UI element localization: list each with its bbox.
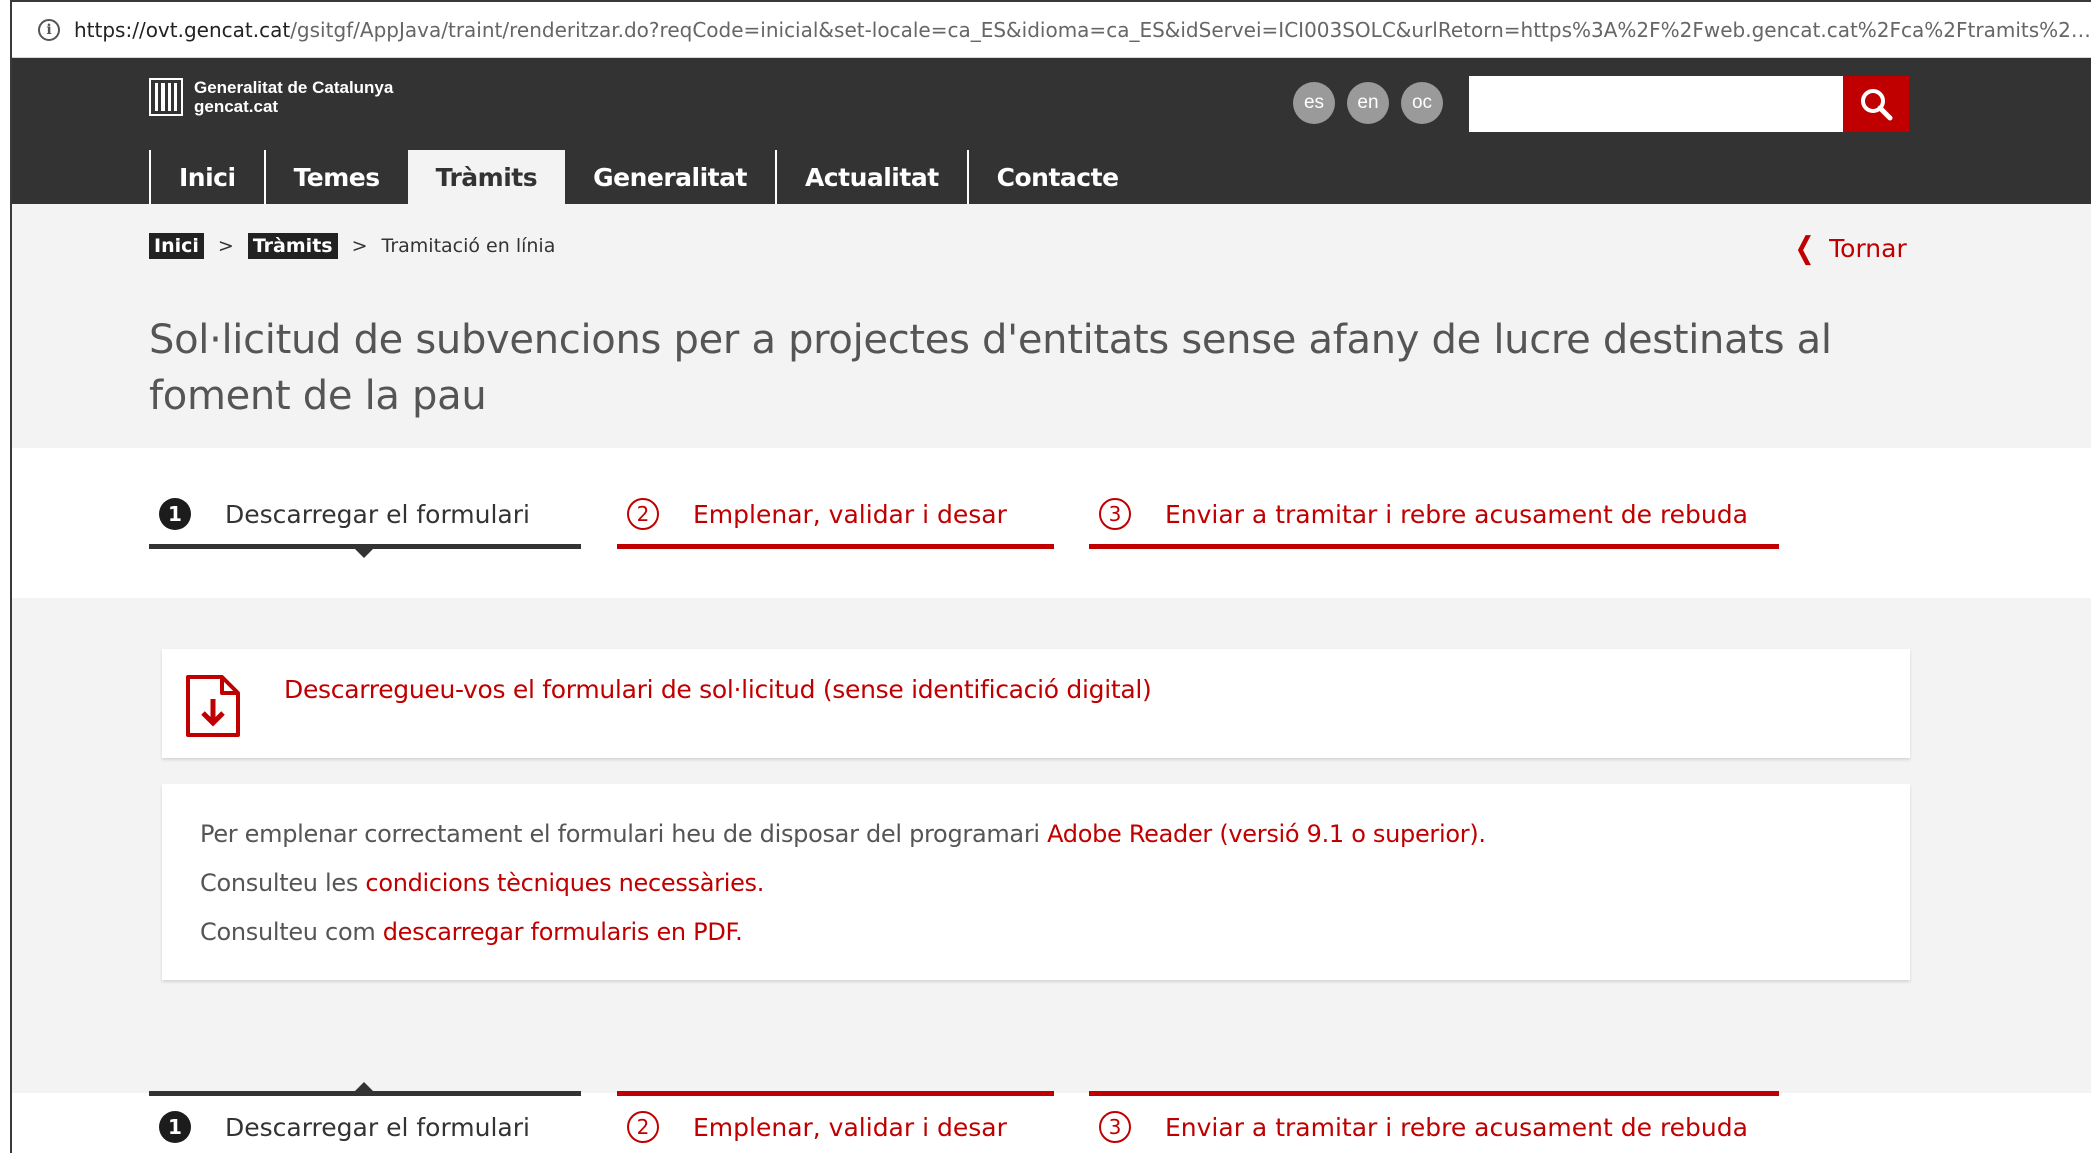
info-line-adobe: Per emplenar correctament el formulari h…: [200, 820, 1486, 848]
nav-generalitat[interactable]: Generalitat: [565, 150, 775, 204]
info-icon[interactable]: i: [38, 18, 60, 41]
steps-top: 1 Descarregar el formulari 2 Emplenar, v…: [12, 448, 2091, 598]
step-1-bottom[interactable]: 1 Descarregar el formulari: [149, 1082, 581, 1153]
logo-subtitle: gencat.cat: [194, 97, 279, 116]
breadcrumb-inici[interactable]: Inici: [149, 233, 204, 259]
step-label: Enviar a tramitar i rebre acusament de r…: [1165, 499, 1748, 529]
site-header: Generalitat de Catalunya gencat.cat es e…: [12, 58, 2091, 204]
step-3[interactable]: 3 Enviar a tramitar i rebre acusament de…: [1089, 484, 1779, 549]
download-form-link[interactable]: Descarregueu-vos el formulari de sol·lic…: [284, 675, 1152, 704]
adobe-reader-link[interactable]: Adobe Reader (versió 9.1 o superior).: [1047, 820, 1486, 848]
page-title: Sol·licitud de subvencions per a project…: [149, 317, 1832, 419]
step-underline: [1089, 544, 1779, 549]
breadcrumb: Inici > Tràmits > Tramitació en línia: [149, 233, 555, 259]
info-card: Per emplenar correctament el formulari h…: [162, 784, 1910, 980]
breadcrumb-separator: >: [217, 235, 234, 257]
step-number: 2: [627, 1111, 659, 1143]
search-icon: [1861, 89, 1893, 121]
address-bar[interactable]: i https://ovt.gencat.cat/gsitgf/AppJava/…: [12, 2, 2091, 58]
step-number: 3: [1099, 1111, 1131, 1143]
step-underline: [617, 544, 1054, 549]
lang-en-button[interactable]: en: [1347, 82, 1389, 124]
step-1[interactable]: 1 Descarregar el formulari: [149, 484, 581, 558]
step-label: Descarregar el formulari: [225, 499, 530, 529]
step-underline: [1089, 1091, 1779, 1096]
step-underline: [149, 1091, 581, 1096]
search-input[interactable]: [1469, 76, 1845, 132]
nav-tramits[interactable]: Tràmits: [407, 150, 566, 204]
step-number: 1: [159, 1111, 191, 1143]
step-underline: [617, 1091, 1054, 1096]
url-text[interactable]: https://ovt.gencat.cat/gsitgf/AppJava/tr…: [74, 18, 2091, 42]
download-card: Descarregueu-vos el formulari de sol·lic…: [162, 649, 1910, 758]
download-pdf-forms-link[interactable]: descarregar formularis en PDF.: [383, 918, 743, 946]
pdf-download-icon[interactable]: [184, 673, 242, 739]
lang-oc-button[interactable]: oc: [1401, 82, 1443, 124]
nav-inici[interactable]: Inici: [149, 150, 264, 204]
logo-title: Generalitat de Catalunya: [194, 78, 394, 97]
step-label: Descarregar el formulari: [225, 1112, 530, 1142]
language-selector: es en oc: [1293, 82, 1443, 124]
chevron-left-icon: ❮: [1794, 231, 1815, 266]
main-nav: Inici Temes Tràmits Generalitat Actualit…: [149, 150, 1147, 204]
step-3-bottom[interactable]: 3 Enviar a tramitar i rebre acusament de…: [1089, 1091, 1779, 1153]
step-number: 3: [1099, 498, 1131, 530]
step-number: 1: [159, 498, 191, 530]
back-link[interactable]: ❮ Tornar: [1792, 231, 1907, 266]
steps-bottom: 1 Descarregar el formulari 2 Emplenar, v…: [12, 1082, 2091, 1153]
back-label: Tornar: [1829, 234, 1907, 263]
breadcrumb-tramits[interactable]: Tràmits: [247, 233, 338, 259]
breadcrumb-current: Tramitació en línia: [381, 235, 556, 257]
breadcrumb-separator: >: [351, 235, 368, 257]
step-label: Emplenar, validar i desar: [693, 499, 1007, 529]
nav-temes[interactable]: Temes: [263, 150, 408, 204]
step-number: 2: [627, 498, 659, 530]
nav-actualitat[interactable]: Actualitat: [774, 150, 967, 204]
lang-es-button[interactable]: es: [1293, 82, 1335, 124]
info-line-conditions: Consulteu les condicions tècniques neces…: [200, 869, 765, 897]
info-line-pdf: Consulteu com descarregar formularis en …: [200, 918, 743, 946]
step-2-bottom[interactable]: 2 Emplenar, validar i desar: [617, 1091, 1054, 1153]
nav-contacte[interactable]: Contacte: [966, 150, 1147, 204]
step-label: Enviar a tramitar i rebre acusament de r…: [1165, 1112, 1748, 1142]
generalitat-emblem-icon: [149, 78, 183, 116]
search-button[interactable]: [1843, 76, 1909, 132]
browser-window: i https://ovt.gencat.cat/gsitgf/AppJava/…: [10, 0, 2091, 1153]
technical-conditions-link[interactable]: condicions tècniques necessàries.: [365, 869, 764, 897]
gencat-logo[interactable]: Generalitat de Catalunya gencat.cat: [149, 78, 393, 116]
caret-up-icon: [355, 1082, 373, 1091]
caret-down-icon: [355, 549, 373, 558]
step-2[interactable]: 2 Emplenar, validar i desar: [617, 484, 1054, 549]
step-label: Emplenar, validar i desar: [693, 1112, 1007, 1142]
